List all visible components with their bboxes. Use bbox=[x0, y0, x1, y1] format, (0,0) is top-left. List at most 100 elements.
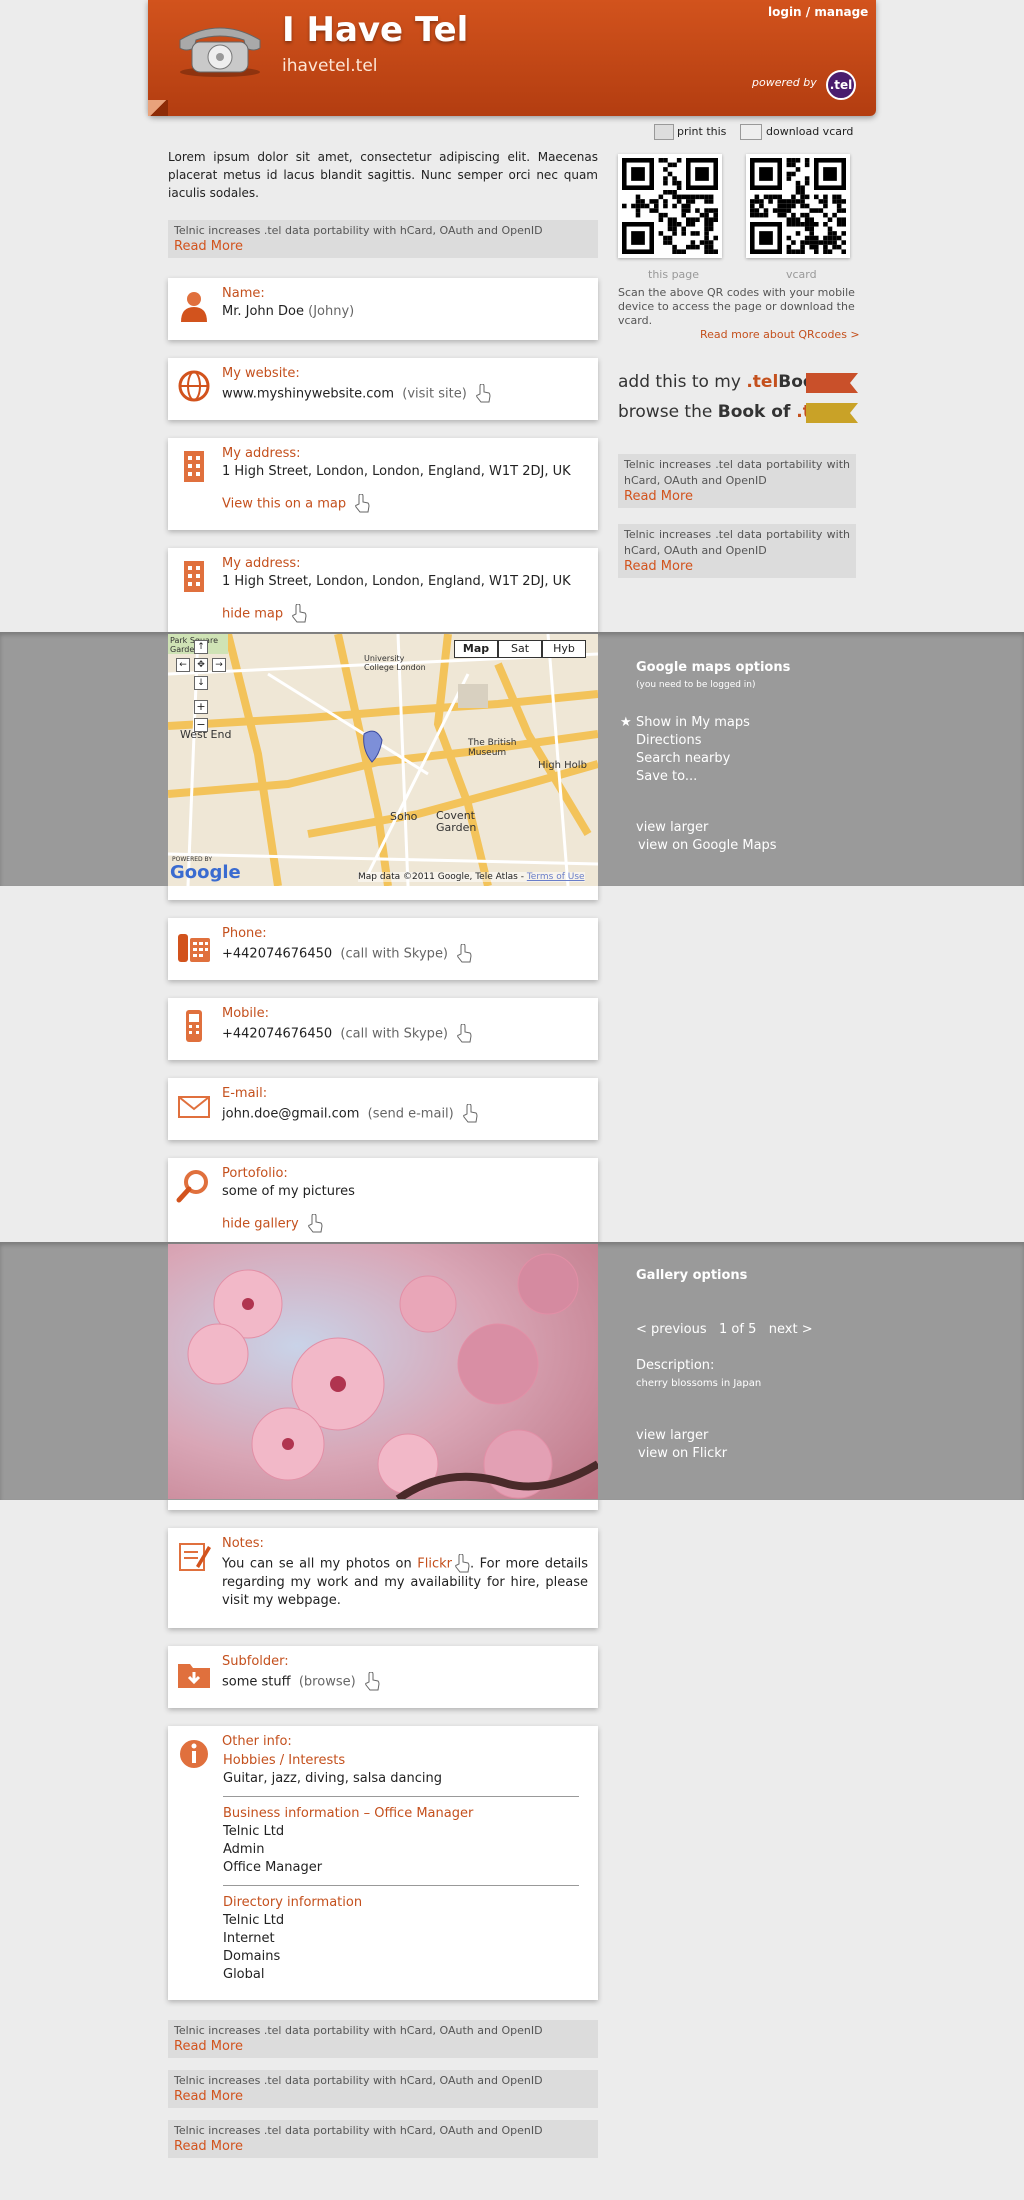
print-label: print this bbox=[677, 125, 727, 138]
view-on-google-maps-link[interactable]: view on Google Maps bbox=[638, 838, 777, 853]
directions-link[interactable]: Directions bbox=[620, 732, 750, 750]
notes-pencil-icon bbox=[179, 1543, 211, 1571]
flickr-link[interactable]: Flickr bbox=[417, 1557, 452, 1572]
next-link[interactable]: next > bbox=[769, 1322, 813, 1337]
promo-read-more[interactable]: Read More bbox=[174, 239, 592, 255]
promo-text: Telnic increases .tel data portability w… bbox=[174, 2024, 543, 2037]
phone-number: +442074676450 bbox=[222, 946, 333, 962]
zoom-in-icon[interactable]: + bbox=[194, 700, 208, 714]
promo-read-more[interactable]: Read More bbox=[174, 2039, 592, 2055]
map-type-sat-button[interactable]: Sat bbox=[498, 640, 542, 658]
map-label-high-holborn: High Holb bbox=[538, 760, 587, 771]
terms-of-use-link[interactable]: Terms of Use bbox=[527, 872, 585, 882]
previous-link[interactable]: < previous bbox=[636, 1322, 707, 1337]
promo-read-more[interactable]: Read More bbox=[624, 489, 850, 505]
address-value: 1 High Street, London, London, England, … bbox=[222, 464, 571, 479]
business-department: Admin bbox=[223, 1842, 265, 1857]
site-title: I Have Tel bbox=[282, 10, 469, 50]
browse-prefix: browse the bbox=[618, 402, 718, 422]
view-on-flickr-link[interactable]: view on Flickr bbox=[638, 1446, 727, 1461]
view-on-map-label: View this on a map bbox=[222, 496, 347, 512]
powered-by-text: powered by bbox=[752, 76, 817, 89]
qr-page-label: this page bbox=[648, 268, 700, 281]
email-value: john.doe@gmail.com (send e-mail) bbox=[222, 1104, 478, 1124]
call-with-skype-link[interactable]: (call with Skype) bbox=[340, 1027, 448, 1042]
hide-map-link[interactable]: hide map bbox=[222, 604, 307, 624]
address-value: 1 High Street, London, London, England, … bbox=[222, 574, 571, 589]
hide-gallery-link[interactable]: hide gallery bbox=[222, 1214, 323, 1234]
gallery-view-larger-link[interactable]: view larger bbox=[636, 1428, 708, 1443]
call-with-skype-link[interactable]: (call with Skype) bbox=[340, 947, 448, 962]
search-nearby-link[interactable]: Search nearby bbox=[620, 750, 750, 768]
gallery-description: cherry blossoms in Japan bbox=[636, 1378, 762, 1389]
save-to-link[interactable]: Save to... bbox=[620, 768, 750, 786]
browse-link[interactable]: (browse) bbox=[299, 1675, 356, 1690]
hand-cursor-icon bbox=[364, 1672, 380, 1691]
mobile-number: +442074676450 bbox=[222, 1026, 333, 1042]
promo-text: Telnic increases .tel data portability w… bbox=[624, 458, 850, 487]
gallery-photo[interactable] bbox=[168, 1244, 598, 1499]
name-value: Mr. John Doe (Johny) bbox=[222, 304, 354, 319]
business-company: Telnic Ltd bbox=[223, 1824, 285, 1839]
email-address: john.doe@gmail.com bbox=[222, 1106, 360, 1122]
attribution-text: Map data ©2011 Google, Tele Atlas - bbox=[358, 872, 527, 882]
browse-book-of-tel[interactable]: browse the Book of .tel bbox=[618, 402, 858, 424]
map-options-note: (you need to be logged in) bbox=[636, 680, 756, 690]
map-type-hyb-button[interactable]: Hyb bbox=[542, 640, 586, 658]
hand-cursor-icon bbox=[307, 1214, 323, 1233]
pan-center-icon[interactable]: ✥ bbox=[194, 658, 208, 672]
hand-cursor-icon bbox=[355, 494, 370, 513]
google-logo: Google bbox=[170, 862, 241, 883]
add-to-telbook[interactable]: add this to my .telBook bbox=[618, 372, 858, 394]
login-manage-link[interactable]: login / manage bbox=[768, 5, 868, 19]
download-vcard-link[interactable]: download vcard bbox=[740, 124, 853, 140]
person-icon bbox=[181, 292, 207, 322]
map-pan-zoom-control[interactable]: ↑ ← ✥ → ↓ + − bbox=[174, 640, 230, 740]
gallery-pager: < previous 1 of 5 next > bbox=[636, 1322, 813, 1337]
hand-cursor-icon bbox=[457, 1024, 472, 1043]
website-card: My website: www.myshinywebsite.com (visi… bbox=[168, 358, 598, 420]
promo-box: Telnic increases .tel data portability w… bbox=[168, 220, 598, 258]
email-card: E-mail: john.doe@gmail.com (send e-mail) bbox=[168, 1078, 598, 1140]
qr-caption: Scan the above QR codes with your mobile… bbox=[618, 286, 855, 327]
hide-map-label: hide map bbox=[222, 606, 284, 622]
gold-ribbon-icon bbox=[806, 403, 858, 423]
qr-code-page bbox=[618, 154, 722, 258]
pan-up-icon[interactable]: ↑ bbox=[194, 640, 208, 654]
notes-text: You can se all my photos on Flickr. For … bbox=[222, 1554, 588, 1610]
google-map[interactable]: West End Soho Covent Garden The British … bbox=[168, 634, 598, 886]
website-value: www.myshinywebsite.com (visit site) bbox=[222, 384, 491, 404]
pan-left-icon[interactable]: ← bbox=[176, 658, 190, 672]
send-email-link[interactable]: (send e-mail) bbox=[368, 1107, 454, 1122]
address-label: My address: bbox=[222, 556, 301, 571]
pan-right-icon[interactable]: → bbox=[212, 658, 226, 672]
view-on-map-link[interactable]: View this on a map bbox=[222, 494, 370, 514]
show-in-my-maps[interactable]: ★ Show in My maps bbox=[620, 714, 750, 732]
hand-cursor-icon bbox=[292, 604, 307, 623]
promo-read-more[interactable]: Read More bbox=[174, 2089, 592, 2105]
map-view-larger-link[interactable]: view larger bbox=[636, 820, 708, 835]
website-url[interactable]: www.myshinywebsite.com bbox=[222, 387, 394, 402]
zoom-out-icon[interactable]: − bbox=[194, 718, 208, 732]
promo-read-more[interactable]: Read More bbox=[624, 559, 850, 575]
globe-icon bbox=[178, 370, 210, 402]
tel-logo[interactable]: .tel bbox=[826, 70, 856, 100]
hobbies-title: Hobbies / Interests bbox=[223, 1753, 346, 1768]
vcard-label: download vcard bbox=[766, 125, 854, 138]
business-role: Office Manager bbox=[223, 1860, 323, 1875]
name-text: Mr. John Doe bbox=[222, 304, 304, 319]
side-promo-2: Telnic increases .tel data portability w… bbox=[618, 524, 856, 578]
visit-site-link[interactable]: (visit site) bbox=[402, 387, 467, 402]
mobile-label: Mobile: bbox=[222, 1006, 270, 1021]
intro-text: Lorem ipsum dolor sit amet, consectetur … bbox=[168, 150, 598, 200]
print-link[interactable]: print this bbox=[654, 124, 726, 140]
subfolder-name: some stuff bbox=[222, 1674, 291, 1690]
telephone-icon bbox=[179, 27, 261, 77]
red-ribbon-icon bbox=[806, 373, 858, 393]
other-info-body: Hobbies / Interests Guitar, jazz, diving… bbox=[223, 1752, 579, 1984]
pan-down-icon[interactable]: ↓ bbox=[194, 676, 208, 690]
promo-read-more[interactable]: Read More bbox=[174, 2139, 592, 2155]
qr-read-more[interactable]: Read more about QRcodes > bbox=[700, 328, 860, 341]
map-type-map-button[interactable]: Map bbox=[454, 640, 498, 658]
info-icon bbox=[178, 1738, 210, 1770]
